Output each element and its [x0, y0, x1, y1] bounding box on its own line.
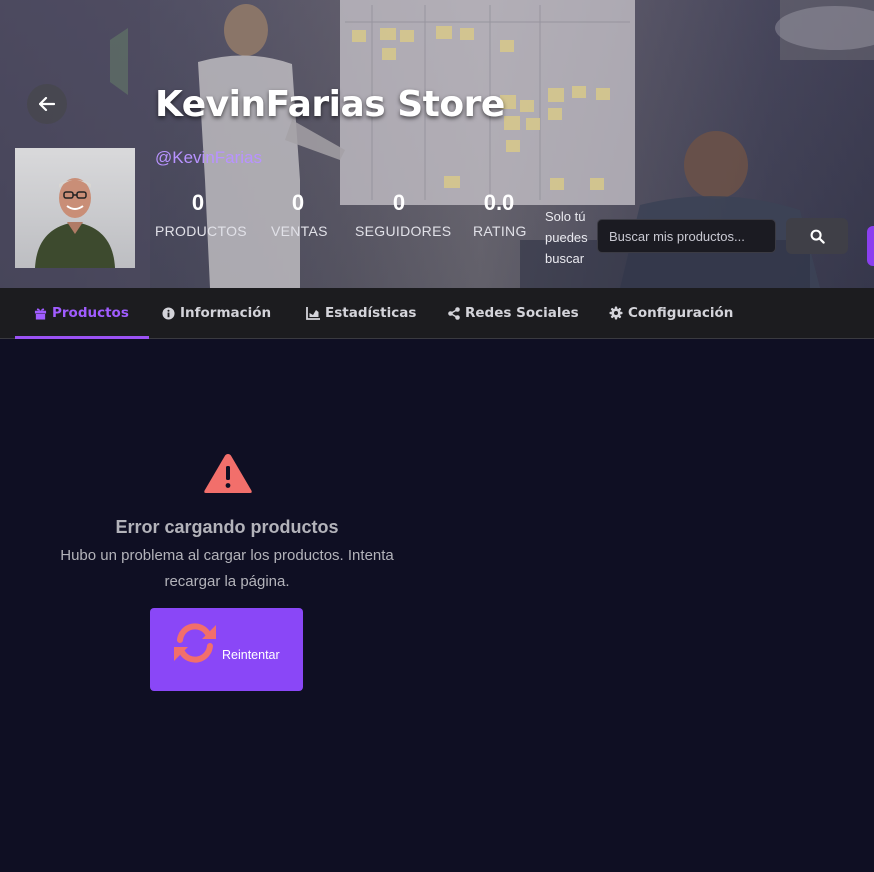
stat-value: 0.0	[483, 190, 515, 215]
store-title: KevinFarias Store	[155, 84, 505, 125]
info-circle-icon	[162, 306, 175, 320]
back-button[interactable]	[27, 84, 67, 124]
store-tabs: Productos Información Estadísticas Redes…	[0, 288, 874, 339]
product-search-input[interactable]	[597, 219, 776, 253]
retry-button[interactable]: Reintentar	[150, 608, 303, 691]
side-action-tab[interactable]	[867, 226, 874, 266]
store-avatar	[15, 148, 135, 268]
retry-label: Reintentar	[222, 648, 280, 662]
stat-label: PRODUCTOS	[155, 223, 247, 239]
tab-productos[interactable]: Productos	[15, 288, 149, 339]
error-message: Hubo un problema al cargar los productos…	[60, 547, 394, 590]
stat-seguidores: 0 SEGUIDORES	[355, 190, 452, 239]
tab-redes-sociales[interactable]: Redes Sociales	[448, 288, 579, 338]
gear-icon	[609, 306, 623, 320]
stat-value: 0	[392, 190, 406, 215]
store-header-banner: KevinFarias Store @KevinFarias 0 PRODUCT…	[0, 0, 874, 288]
stat-label: SEGUIDORES	[355, 223, 452, 239]
error-title: Error cargando productos	[115, 517, 339, 537]
search-icon	[810, 229, 825, 244]
tab-label: Redes Sociales	[465, 305, 579, 321]
stat-productos: 0 PRODUCTOS	[155, 190, 247, 239]
tab-label: Configuración	[628, 305, 734, 321]
store-handle: @KevinFarias	[155, 148, 263, 167]
tab-label: Productos	[52, 305, 129, 321]
tab-label: Estadísticas	[325, 305, 417, 321]
stat-rating: 0.0 RATING	[473, 190, 527, 239]
chart-area-icon	[306, 306, 320, 320]
warning-triangle-icon	[204, 454, 252, 493]
tab-configuracion[interactable]: Configuración	[609, 288, 733, 338]
share-alt-icon	[448, 306, 460, 320]
stat-label: VENTAS	[271, 223, 328, 239]
arrow-left-icon	[39, 97, 55, 111]
refresh-icon	[174, 623, 216, 663]
tab-informacion[interactable]: Información	[162, 288, 271, 338]
avatar-photo	[35, 178, 115, 268]
search-button[interactable]	[786, 218, 848, 254]
stat-ventas: 0 VENTAS	[271, 190, 328, 239]
gift-icon	[34, 307, 47, 320]
stat-label: RATING	[473, 223, 527, 239]
stat-value: 0	[291, 190, 305, 215]
tab-estadisticas[interactable]: Estadísticas	[306, 288, 416, 338]
stat-value: 0	[191, 190, 205, 215]
search-restriction-note: Solo tú puedes buscar	[545, 209, 588, 266]
tab-label: Información	[180, 305, 272, 321]
